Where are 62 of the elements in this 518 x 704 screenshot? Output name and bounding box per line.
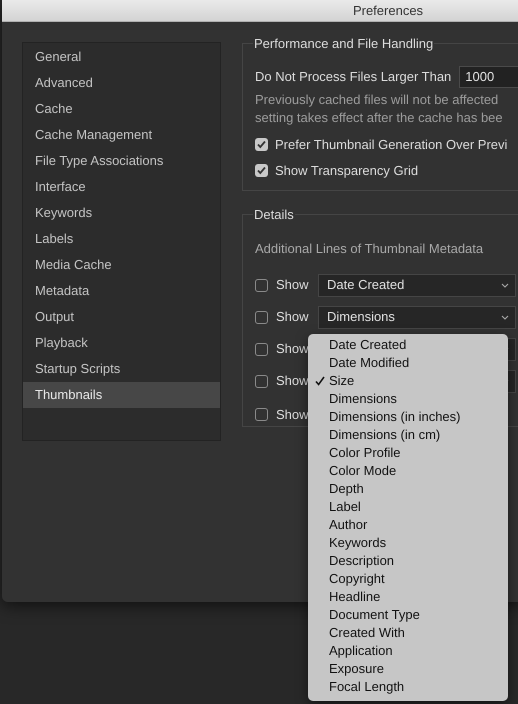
sidebar-item[interactable]: Labels — [23, 226, 220, 252]
sidebar-item[interactable]: Thumbnails — [23, 382, 220, 408]
sidebar-item[interactable]: Cache — [23, 96, 220, 122]
dropdown-value: Dimensions — [327, 308, 395, 326]
window-title: Preferences — [352, 2, 424, 20]
sidebar-item[interactable]: General — [23, 44, 220, 70]
sidebar-item[interactable]: File Type Associations — [23, 148, 220, 174]
metadata-dropdown[interactable]: Dimensions — [318, 306, 516, 328]
sidebar-item[interactable]: Startup Scripts — [23, 356, 220, 382]
menu-item[interactable]: Created With — [329, 623, 405, 643]
checkbox[interactable] — [255, 138, 268, 151]
menu-item[interactable]: Depth — [329, 479, 364, 499]
help-text: Previously cached files will not be affected — [255, 90, 500, 108]
sidebar-item[interactable]: Cache Management — [23, 122, 220, 148]
chevron-icon — [501, 282, 509, 288]
menu-item[interactable]: Dimensions — [329, 389, 397, 409]
option-label: Show Transparency Grid — [275, 162, 418, 180]
metadata-dropdown[interactable]: Date Created — [318, 274, 516, 296]
checkbox[interactable] — [255, 278, 268, 292]
help-text: setting takes effect after the cache has bee — [255, 108, 504, 126]
menu-item[interactable]: Focal Length — [329, 677, 404, 697]
group-title: Performance and File Handling — [253, 35, 434, 53]
group-title: Details — [253, 206, 295, 224]
menu-item[interactable]: Color Mode — [329, 461, 396, 481]
sidebar-item[interactable]: Output — [23, 304, 220, 330]
menu-item[interactable]: Description — [329, 551, 394, 571]
menu-item[interactable]: Date Created — [329, 335, 406, 355]
menu-item[interactable]: Size — [329, 371, 354, 391]
checkbox[interactable] — [255, 310, 268, 324]
sidebar-item[interactable]: Media Cache — [23, 252, 220, 278]
dropdown-value: Date Created — [327, 276, 404, 294]
menu-item[interactable]: Label — [329, 497, 361, 517]
menu-item[interactable]: Keywords — [329, 533, 386, 553]
sidebar-item[interactable]: Interface — [23, 174, 220, 200]
sidebar-item[interactable]: Playback — [23, 330, 220, 356]
option-label: Prefer Thumbnail Generation Over Previ — [275, 136, 508, 154]
menu-item[interactable]: Exposure — [329, 659, 384, 679]
show-label: Show — [276, 406, 310, 424]
checkbox[interactable] — [255, 342, 268, 356]
menu-item[interactable]: Author — [329, 515, 368, 535]
checkbox[interactable] — [255, 408, 268, 421]
chevron-icon — [501, 314, 509, 320]
show-label: Show — [276, 340, 310, 358]
menu-item[interactable]: Date Modified — [329, 353, 410, 373]
checkbox[interactable] — [255, 164, 268, 177]
menu-item[interactable]: Document Type — [329, 605, 420, 625]
size-input[interactable]: 1000 — [459, 66, 518, 88]
menu-item[interactable]: Dimensions (in inches) — [329, 407, 460, 427]
show-label: Show — [276, 372, 310, 390]
checkbox[interactable] — [255, 374, 268, 388]
menu-item[interactable]: Copyright — [329, 569, 385, 589]
show-label: Show — [276, 276, 310, 294]
show-label: Show — [276, 308, 310, 326]
sidebar-item[interactable]: Advanced — [23, 70, 220, 96]
section-subtitle: Additional Lines of Thumbnail Metadata — [255, 240, 484, 258]
menu-item[interactable]: Application — [329, 641, 393, 661]
menu-item[interactable]: Dimensions (in cm) — [329, 425, 440, 445]
sidebar-item[interactable]: Keywords — [23, 200, 220, 226]
sidebar-item[interactable]: Metadata — [23, 278, 220, 304]
menu-item[interactable]: Headline — [329, 587, 380, 607]
field-label: Do Not Process Files Larger Than — [255, 68, 452, 86]
menu-item[interactable]: Color Profile — [329, 443, 401, 463]
